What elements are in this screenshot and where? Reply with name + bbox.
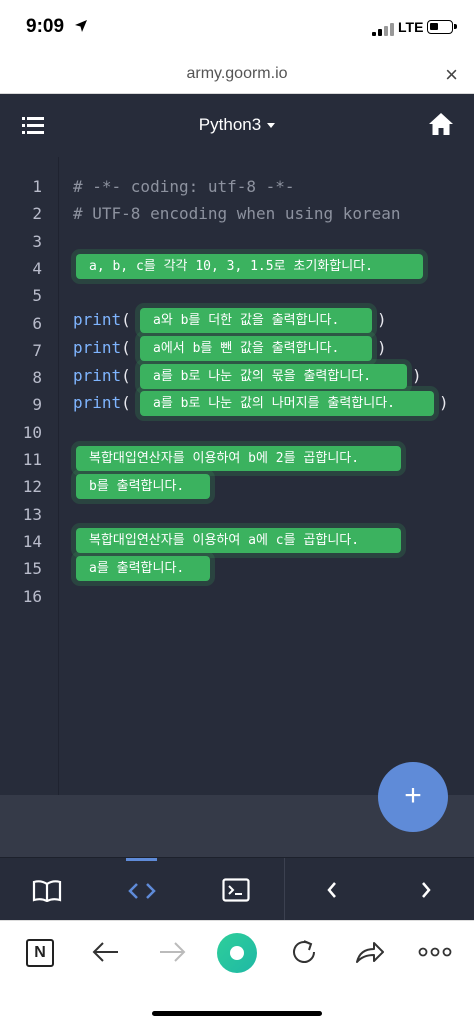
chevron-left-icon [327,882,336,898]
tab-description[interactable] [17,858,77,921]
code-blank-field[interactable]: 복합대입연산자를 이용하여 b에 2를 곱합니다. [76,446,401,471]
status-bar: 9:09 LTE [0,0,474,56]
code-line: 1 # -*- coding: utf-8 -*- [0,173,474,200]
browser-toolbar: N [0,920,474,1026]
tab-code[interactable] [112,858,172,921]
battery-icon [427,20,457,34]
reload-icon[interactable] [288,935,320,969]
code-blank-field[interactable]: a를 b로 나눈 값의 나머지를 출력합니다. [140,391,434,416]
prev-button[interactable] [302,858,362,921]
line-number: 13 [22,504,42,524]
tabs-button[interactable]: N [26,939,54,967]
cell-signal-icon [372,22,394,36]
forward-arrow-icon[interactable] [156,935,188,969]
address-bar[interactable]: army.goorm.io × [0,56,474,94]
line-number: 16 [22,586,42,606]
code-blank-field[interactable]: a와 b를 더한 값을 출력합니다. [140,308,372,333]
line-number: 2 [32,204,42,224]
add-button[interactable]: + [378,762,448,832]
line-number: 4 [32,258,42,278]
editor-tab-bar [0,857,474,921]
code-blank-field[interactable]: b를 출력합니다. [76,474,210,499]
line-number: 12 [22,477,42,497]
line-number: 15 [22,559,42,579]
code-line: 12 [0,473,474,500]
network-type: LTE [398,19,424,35]
print-keyword: print [73,393,122,412]
code-text: # -*- coding: utf-8 -*- [73,177,295,196]
code-blank-field[interactable]: 복합대입연산자를 이용하여 a에 c를 곱합니다. [76,528,401,553]
print-keyword: print [73,366,122,385]
code-blank-field[interactable]: a를 b로 나눈 값의 몫을 출력합니다. [140,364,407,389]
code-text: # UTF-8 encoding when using korean [73,204,401,224]
line-number: 14 [22,531,42,551]
close-icon[interactable]: × [445,62,458,88]
url-text[interactable]: army.goorm.io [0,65,474,83]
book-icon [32,880,62,903]
code-line: 15 [0,555,474,582]
code-editor[interactable]: 1 # -*- coding: utf-8 -*- 2 # UTF-8 encodin… [0,157,474,795]
caret-down-icon [267,123,276,129]
language-label: Python3 [198,115,262,134]
code-line: 2 # UTF-8 encoding when using korean [0,200,474,227]
line-number: 1 [32,177,42,196]
print-keyword: print [73,310,122,329]
line-number: 3 [32,231,42,251]
code-line: 10 [0,419,474,446]
editor-header: Python3 [0,95,474,157]
location-arrow-icon [75,20,87,32]
home-indicator [152,1011,322,1016]
whale-home-icon[interactable] [216,932,258,974]
code-icon [128,883,156,899]
line-number: 10 [22,422,42,442]
more-icon[interactable] [418,935,452,969]
tab-divider [284,858,285,921]
line-number: 11 [22,450,42,469]
code-blank-field[interactable]: a에서 b를 뺀 값을 출력합니다. [140,336,372,361]
share-icon[interactable] [354,935,386,969]
code-blank-field[interactable]: a, b, c를 각각 10, 3, 1.5로 초기화합니다. [76,254,423,279]
terminal-icon [222,878,250,902]
code-line: 16 [0,583,474,610]
print-keyword: print [73,338,122,357]
language-select[interactable]: Python3 [0,115,474,135]
back-arrow-icon[interactable] [90,935,122,969]
home-icon[interactable] [428,112,454,136]
code-line: 13 [0,501,474,528]
chevron-right-icon [422,882,431,898]
tab-terminal[interactable] [206,858,266,921]
code-line: 3 [0,228,474,255]
status-time: 9:09 [26,16,65,37]
next-button[interactable] [396,858,456,921]
code-blank-field[interactable]: a를 출력합니다. [76,556,210,581]
